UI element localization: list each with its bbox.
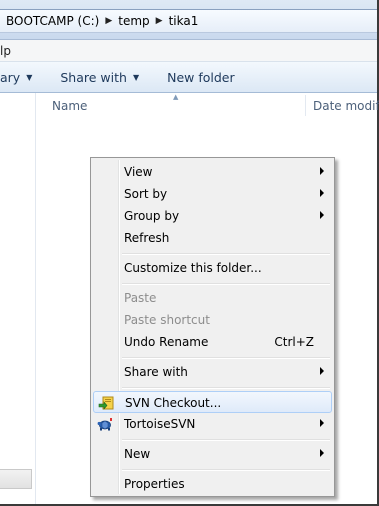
menu-item-label: New	[124, 447, 151, 461]
svn-checkout-icon	[98, 396, 114, 410]
command-toolbar: ary ▼ Share with ▼ New folder	[0, 62, 377, 93]
include-in-library-label: ary	[0, 69, 21, 85]
share-with-button[interactable]: Share with ▼	[60, 70, 139, 85]
menu-item-paste[interactable]: Paste	[93, 287, 332, 309]
new-folder-label: New folder	[167, 69, 235, 85]
explorer-window: BOOTCAMP (C:) ▶ temp ▶ tika1 lp ary ▼ Sh…	[0, 0, 379, 506]
menu-item-sort-by[interactable]: Sort by	[93, 183, 332, 205]
menu-item-svn-checkout[interactable]: SVN Checkout...	[93, 391, 332, 413]
breadcrumb-drive[interactable]: BOOTCAMP (C:)	[6, 14, 99, 28]
menu-bar: lp	[0, 40, 377, 62]
chevron-right-icon[interactable]: ▶	[105, 16, 112, 26]
include-in-library-button[interactable]: ary ▼	[0, 70, 32, 85]
menu-separator	[122, 387, 330, 389]
menu-item-label: Paste shortcut	[124, 313, 210, 327]
menu-separator	[122, 357, 330, 359]
menu-item-undo-rename[interactable]: Undo Rename Ctrl+Z	[93, 331, 332, 353]
column-headers: ▲ Name Date modifie	[37, 93, 379, 118]
menu-item-label: TortoiseSVN	[124, 417, 196, 431]
menu-item-share-with[interactable]: Share with	[93, 361, 332, 383]
menu-item-new[interactable]: New	[93, 443, 332, 465]
menu-separator	[122, 469, 330, 471]
address-bar-area: BOOTCAMP (C:) ▶ temp ▶ tika1	[0, 0, 377, 40]
menu-item-group-by[interactable]: Group by	[93, 205, 332, 227]
menu-separator	[122, 439, 330, 441]
column-divider[interactable]	[305, 95, 306, 116]
shortcut-label: Ctrl+Z	[274, 335, 314, 349]
menu-separator	[122, 253, 330, 255]
menu-item-tortoisesvn[interactable]: TortoiseSVN	[93, 413, 332, 435]
tortoise-icon	[97, 418, 112, 431]
new-folder-button[interactable]: New folder	[167, 70, 235, 85]
menu-item-label: Share with	[124, 365, 188, 379]
submenu-arrow-icon	[320, 367, 324, 375]
breadcrumb-tika1[interactable]: tika1	[169, 14, 199, 28]
column-header-date[interactable]: Date modifie	[313, 99, 379, 113]
context-menu: View Sort by Group by Refresh Customize …	[90, 157, 335, 497]
menu-item-label: Refresh	[124, 231, 170, 245]
column-header-name[interactable]: Name	[52, 99, 87, 113]
menu-item-label: Properties	[124, 477, 185, 491]
chevron-right-icon[interactable]: ▶	[156, 16, 163, 26]
nav-selected-item[interactable]	[0, 469, 32, 489]
menu-help[interactable]: lp	[0, 44, 11, 58]
menu-item-label: Customize this folder...	[124, 261, 262, 275]
menu-item-label: View	[124, 165, 153, 179]
menu-item-properties[interactable]: Properties	[93, 473, 332, 495]
menu-item-label: SVN Checkout...	[125, 396, 222, 410]
submenu-arrow-icon	[320, 189, 324, 197]
caret-down-icon: ▼	[132, 72, 140, 82]
submenu-arrow-icon	[320, 449, 324, 457]
sort-ascending-icon: ▲	[173, 93, 179, 101]
menu-item-label: Undo Rename	[124, 335, 209, 349]
submenu-arrow-icon	[320, 419, 324, 427]
menu-item-refresh[interactable]: Refresh	[93, 227, 332, 249]
caret-down-icon: ▼	[26, 72, 33, 82]
menu-item-paste-shortcut[interactable]: Paste shortcut	[93, 309, 332, 331]
navigation-pane[interactable]	[0, 93, 36, 504]
menu-item-label: Group by	[124, 209, 180, 223]
menu-item-view[interactable]: View	[93, 161, 332, 183]
submenu-arrow-icon	[320, 211, 324, 219]
menu-item-label: Paste	[124, 291, 157, 305]
menu-item-label: Sort by	[124, 187, 168, 201]
breadcrumb-temp[interactable]: temp	[118, 14, 149, 28]
submenu-arrow-icon	[320, 167, 324, 175]
share-with-label: Share with	[60, 69, 127, 85]
address-bar[interactable]: BOOTCAMP (C:) ▶ temp ▶ tika1	[0, 9, 377, 33]
menu-separator	[122, 283, 330, 285]
menu-item-customize-folder[interactable]: Customize this folder...	[93, 257, 332, 279]
